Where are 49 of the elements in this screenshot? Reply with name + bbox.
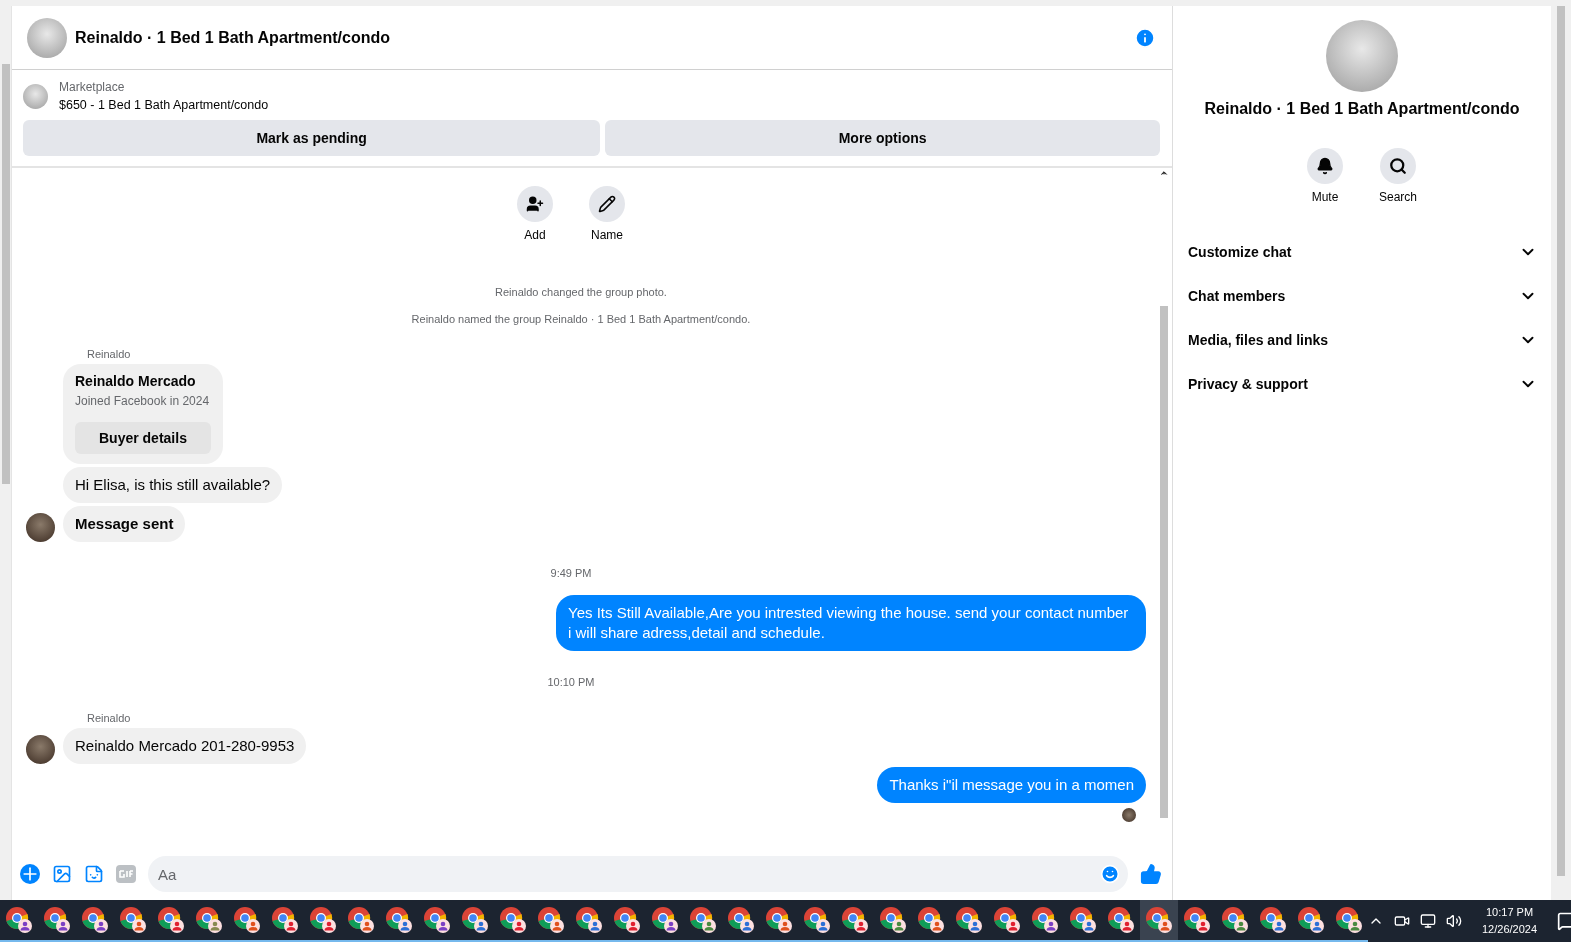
scrollbar-thumb[interactable] <box>1557 6 1565 876</box>
system-message: Reinaldo named the group Reinaldo · 1 Bed 1 Bath Apartment/condo. <box>410 313 752 325</box>
info-icon[interactable] <box>1134 26 1156 49</box>
camera-icon[interactable] <box>1394 913 1410 929</box>
panel-section[interactable]: Media, files and links <box>1173 318 1551 362</box>
listing-action-button[interactable]: Mark as pending <box>23 120 601 156</box>
clock[interactable]: 10:17 PM 12/26/2024 <box>1482 904 1538 938</box>
taskbar-button[interactable] <box>1140 900 1178 942</box>
listing-title: $650 - 1 Bed 1 Bath Apartment/condo <box>59 97 269 114</box>
message-bubble: Hi Elisa, is this still available? <box>63 467 283 503</box>
listing-action-button[interactable]: More options <box>605 120 1160 156</box>
chat-title: Reinaldo · 1 Bed 1 Bath Apartment/condo <box>75 28 390 47</box>
thumbs-up-icon[interactable] <box>1140 863 1162 885</box>
message-bubble: Reinaldo Mercado 201-280-9953 <box>63 728 307 764</box>
network-icon[interactable] <box>1420 913 1436 929</box>
search-icon <box>1389 157 1407 175</box>
sender-name: Reinaldo <box>87 348 132 360</box>
buyer-name: Reinaldo Mercado <box>75 372 197 390</box>
scrollbar-thumb[interactable] <box>1160 306 1168 818</box>
message-bubble: Yes Its Still Available,Are you intrested viewing the house. send your contact number i will share adress,detail and schedule. <box>556 595 1146 651</box>
panel-section[interactable]: Privacy & support <box>1173 362 1551 406</box>
seen-avatar <box>1122 808 1136 822</box>
timestamp: 9:49 PM <box>549 567 593 579</box>
message-input[interactable]: Aa <box>148 856 1128 892</box>
sender-name: Reinaldo <box>87 712 132 724</box>
add-person-icon <box>526 195 544 213</box>
message-bubble: Thanks i"il message you in a momen <box>877 767 1146 803</box>
bell-icon <box>1316 157 1334 175</box>
notifications-icon[interactable] <box>1557 911 1571 931</box>
listing-source: Marketplace <box>59 79 126 96</box>
avatar <box>26 513 55 542</box>
buyer-details-button[interactable]: Buyer details <box>75 422 211 454</box>
timestamp: 10:10 PM <box>546 676 596 688</box>
scrollbar-thumb[interactable] <box>1 64 10 484</box>
buyer-joined: Joined Facebook in 2024 <box>75 393 211 410</box>
message-bubble: Message sent <box>63 506 186 542</box>
group-photo <box>27 17 67 58</box>
panel-section[interactable]: Chat members <box>1173 274 1551 318</box>
plus-icon[interactable] <box>20 864 40 884</box>
listing-photo <box>23 83 48 109</box>
pencil-icon <box>598 195 616 213</box>
panel-title: Reinaldo · 1 Bed 1 Bath Apartment/condo <box>1204 100 1520 118</box>
avatar <box>26 735 55 764</box>
scroll-up-icon <box>1159 168 1169 178</box>
photo-icon[interactable] <box>52 864 72 884</box>
panel-section[interactable]: Customize chat <box>1173 230 1551 274</box>
system-message: Reinaldo changed the group photo. <box>494 286 668 298</box>
volume-icon[interactable] <box>1446 913 1462 929</box>
sticker-icon[interactable] <box>84 864 104 884</box>
